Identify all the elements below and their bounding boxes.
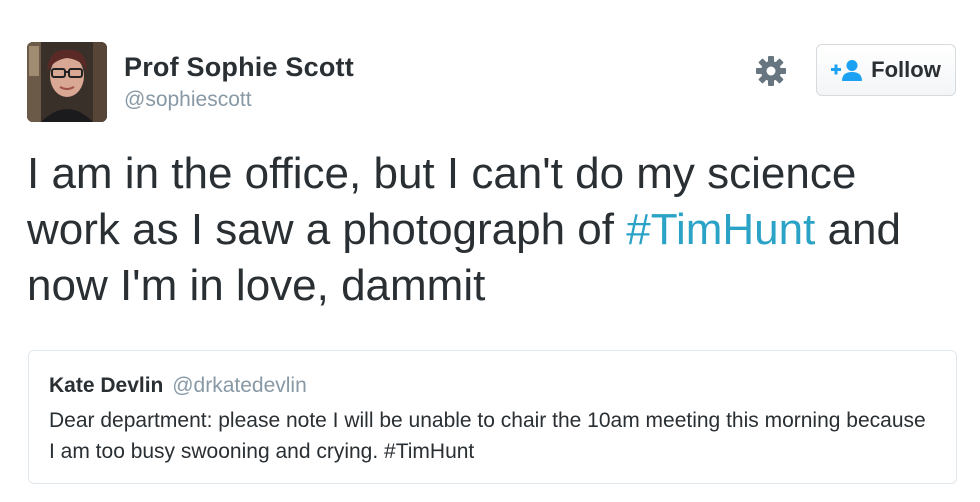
avatar-photo [27,42,107,122]
gear-icon[interactable] [754,54,788,88]
tweet-text: I am in the office, but I can't do my sc… [27,146,957,314]
author-handle[interactable]: @sophiescott [124,86,354,114]
tweet-card: Prof Sophie Scott @sophiescott Follow I … [0,0,980,502]
quoted-author-name[interactable]: Kate Devlin [49,374,163,397]
author-name[interactable]: Prof Sophie Scott [124,50,354,84]
quoted-author-handle[interactable]: @drkatedevlin [172,374,307,397]
author-info: Prof Sophie Scott @sophiescott [124,50,354,114]
add-user-icon [831,60,863,81]
follow-button[interactable]: Follow [816,44,956,96]
quoted-tweet[interactable]: Kate Devlin @drkatedevlin Dear departmen… [28,350,957,484]
follow-label: Follow [871,57,941,82]
quoted-tweet-header: Kate Devlin @drkatedevlin [49,373,936,399]
avatar[interactable] [27,42,107,122]
hashtag-link[interactable]: #TimHunt [626,205,815,254]
quoted-tweet-text: Dear department: please note I will be u… [49,409,926,463]
